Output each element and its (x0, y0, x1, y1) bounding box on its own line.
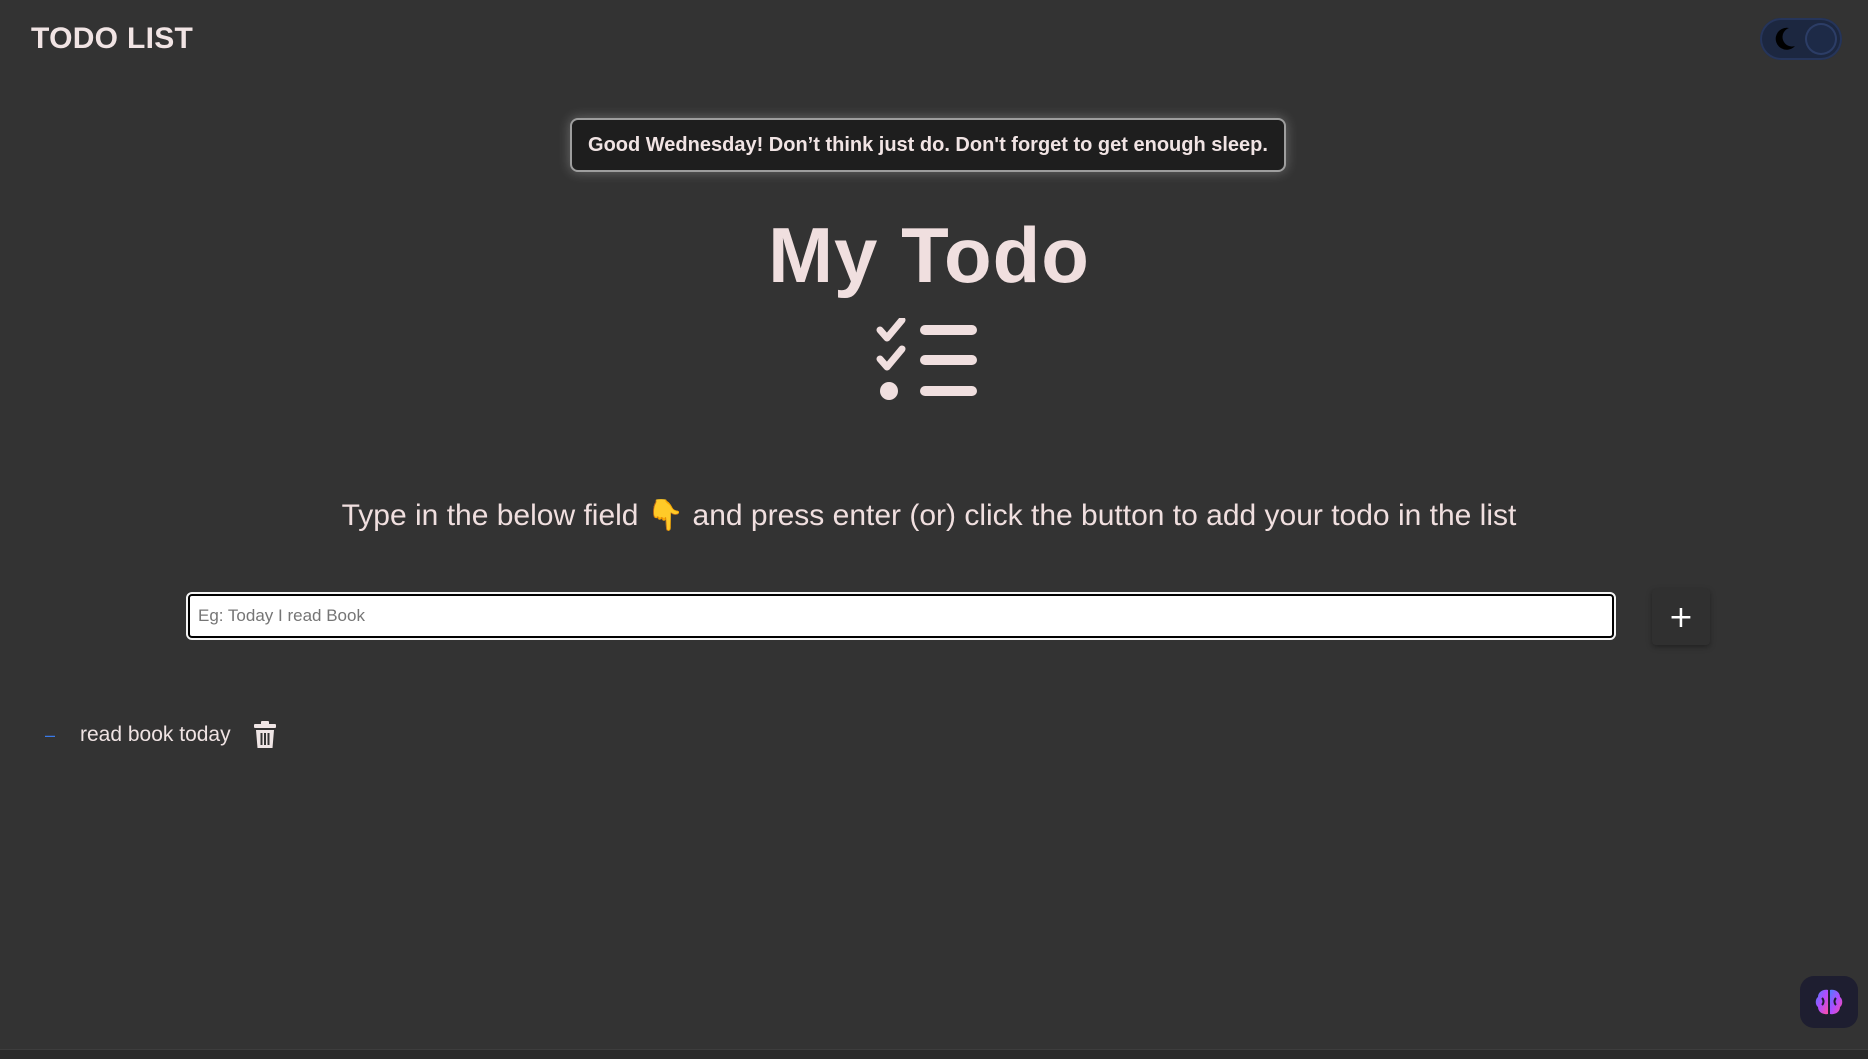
theme-toggle[interactable] (1760, 18, 1842, 60)
app-title: TODO LIST (31, 22, 194, 55)
instructions-after: and press enter (or) click the button to… (692, 499, 1517, 532)
checklist-icon (876, 318, 977, 400)
todo-item-text: read book today (80, 723, 231, 746)
instructions-text: Type in the below field 👇 and press ente… (0, 498, 1858, 533)
page-heading: My Todo (768, 211, 1090, 299)
greeting-banner: Good Wednesday! Don’t think just do. Don… (570, 118, 1286, 172)
todo-item: – read book today (40, 716, 277, 754)
add-todo-button[interactable]: + (1652, 589, 1710, 645)
page: TODO LIST Good Wednesday! Don’t think ju… (0, 0, 1868, 1059)
todo-input[interactable] (186, 592, 1616, 640)
todo-list: – read book today (40, 716, 277, 754)
moon-icon (1775, 27, 1795, 50)
brain-icon (1815, 989, 1843, 1015)
toggle-knob (1805, 23, 1837, 55)
instructions-before: Type in the below field (341, 499, 639, 532)
brain-assistant-button[interactable] (1800, 976, 1858, 1028)
todo-item-marker[interactable]: – (40, 725, 60, 746)
bottom-bar (0, 1049, 1868, 1059)
pointing-down-icon: 👇 (646, 499, 685, 532)
trash-icon[interactable] (253, 721, 277, 749)
